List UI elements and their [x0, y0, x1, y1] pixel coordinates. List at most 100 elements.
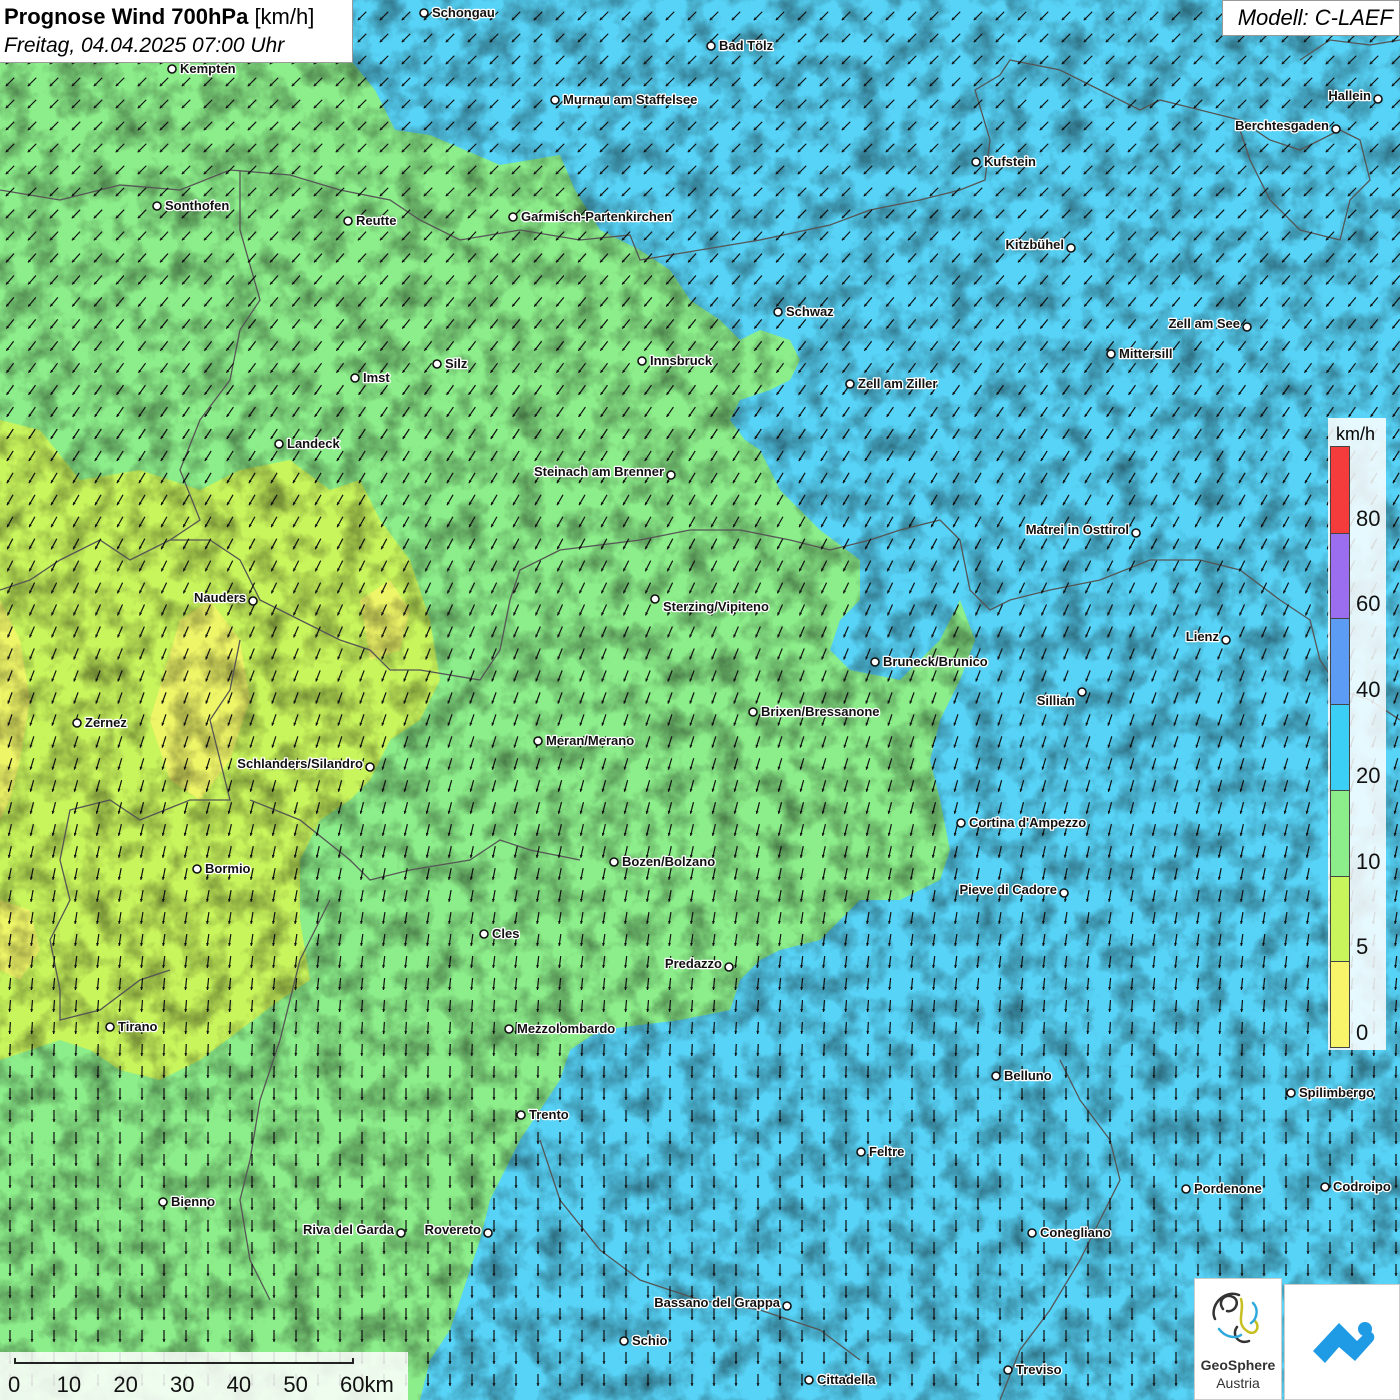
city-dot: [1106, 349, 1116, 359]
city-label: Garmisch-Partenkirchen: [521, 209, 672, 224]
city-dot: [1066, 243, 1076, 253]
city-dot: [1131, 528, 1141, 538]
city-label: Kitzbühel: [1006, 237, 1065, 252]
city-marker: Schlanders/Silandro: [236, 755, 375, 772]
city-label: Codroipo: [1333, 1179, 1391, 1194]
city-label: Tirano: [118, 1019, 158, 1034]
city-marker: Garmisch-Partenkirchen: [508, 208, 673, 225]
city-label: Kempten: [180, 61, 236, 76]
city-dot: [1320, 1182, 1330, 1192]
city-marker: Conegliano: [1027, 1224, 1112, 1241]
city-dot: [804, 1375, 814, 1385]
legend-class-swatch: [1331, 789, 1349, 876]
city-dot: [483, 1228, 493, 1238]
city-dot: [1059, 888, 1069, 898]
city-label: Zernez: [85, 715, 127, 730]
city-dot: [1003, 1365, 1013, 1375]
city-label: Mezzolombardo: [517, 1021, 615, 1036]
city-dot: [479, 929, 489, 939]
city-label: Meran/Merano: [546, 733, 634, 748]
city-dot: [508, 212, 518, 222]
city-dot: [550, 95, 560, 105]
legend-tick-label: 40: [1356, 677, 1381, 703]
city-dot: [274, 439, 284, 449]
city-dot: [1077, 687, 1087, 697]
city-label: Imst: [363, 370, 390, 385]
city-dot: [991, 1071, 1001, 1081]
city-label: Landeck: [287, 436, 341, 451]
city-label: Bassano del Grappa: [654, 1295, 780, 1310]
city-label: Nauders: [194, 590, 246, 605]
city-label: Steinach am Brenner: [534, 464, 664, 479]
city-label: Spilimbergo: [1299, 1085, 1374, 1100]
model-box: Modell: C-LAEF: [1222, 0, 1400, 36]
wind-forecast-map: Schongau Bad Tölz Kempten Murnau am Staffel…: [0, 0, 1400, 1400]
city-label: Murnau am Staffelsee: [563, 92, 697, 107]
app-logo[interactable]: [1284, 1284, 1400, 1400]
city-label: Rovereto: [425, 1222, 481, 1237]
city-label: Pieve di Cadore: [959, 882, 1057, 897]
city-label: Berchtesgaden: [1235, 118, 1329, 133]
city-dot: [248, 596, 258, 606]
city-dot: [845, 379, 855, 389]
city-dot: [533, 736, 543, 746]
scale-label: 20: [113, 1372, 138, 1397]
city-dot: [637, 356, 647, 366]
title-main: Prognose Wind 700hPa: [4, 4, 249, 29]
city-label: Lienz: [1186, 629, 1220, 644]
cloud-arrow-icon: [1313, 1322, 1375, 1363]
map-title: Prognose Wind 700hPa [km/h]: [4, 4, 314, 30]
city-label: Treviso: [1016, 1362, 1062, 1377]
legend-tick-label: 10: [1356, 848, 1381, 874]
city-dot: [666, 470, 676, 480]
forecast-time: Freitag, 04.04.2025 07:00 Uhr: [4, 34, 285, 57]
city-label: Feltre: [869, 1144, 904, 1159]
scale-label: 10: [56, 1372, 82, 1397]
city-label: Cittadella: [817, 1372, 876, 1387]
city-dot: [72, 718, 82, 728]
city-dot: [856, 1147, 866, 1157]
city-label: Cles: [492, 926, 519, 941]
scale-label: 60km: [340, 1372, 394, 1397]
city-dot: [419, 8, 429, 18]
legend-class-swatch: [1331, 618, 1349, 705]
city-label: Bozen/Bolzano: [622, 854, 715, 869]
city-dot: [956, 818, 966, 828]
city-dot: [971, 157, 981, 167]
city-marker: Bozen/Bolzano: [609, 853, 717, 870]
city-dot: [167, 64, 177, 74]
city-marker: Sonthofen: [152, 197, 231, 214]
city-dot: [1221, 635, 1231, 645]
city-dot: [619, 1336, 629, 1346]
legend-tick-label: 60: [1356, 591, 1381, 617]
city-dot: [609, 857, 619, 867]
city-marker: Brixen/Bressanone: [748, 703, 881, 720]
city-label: Schio: [632, 1333, 667, 1348]
legend-tick-label: 0: [1356, 1020, 1369, 1045]
geosphere-logo[interactable]: GeoSphere Austria: [1194, 1278, 1282, 1400]
geosphere-name: GeoSphere: [1200, 1357, 1276, 1373]
city-label: Conegliano: [1040, 1225, 1111, 1240]
legend-tick-label: 20: [1356, 762, 1381, 788]
city-label: Mittersill: [1119, 346, 1172, 361]
model-label: Modell: C-LAEF: [1237, 5, 1393, 30]
city-dot: [1373, 94, 1383, 104]
city-label: Kufstein: [984, 154, 1036, 169]
city-label: Pordenone: [1194, 1181, 1262, 1196]
city-marker: Zell am Ziller: [845, 375, 939, 392]
city-dot: [706, 41, 716, 51]
city-dot: [105, 1022, 115, 1032]
city-dot: [432, 359, 442, 369]
city-dot: [650, 594, 660, 604]
legend-class-swatch: [1331, 447, 1349, 533]
city-marker: Riva del Garda: [302, 1221, 406, 1238]
city-marker: Bassano del Grappa: [653, 1294, 792, 1311]
legend-class-swatch: [1331, 875, 1349, 962]
legend-class-swatch: [1331, 961, 1349, 1047]
city-marker: Murnau am Staffelsee: [550, 91, 699, 108]
city-label: Predazzo: [665, 956, 722, 971]
city-label: Silz: [445, 356, 468, 371]
city-label: Schongau: [432, 5, 495, 20]
city-label: Innsbruck: [650, 353, 713, 368]
city-dot: [1027, 1228, 1037, 1238]
